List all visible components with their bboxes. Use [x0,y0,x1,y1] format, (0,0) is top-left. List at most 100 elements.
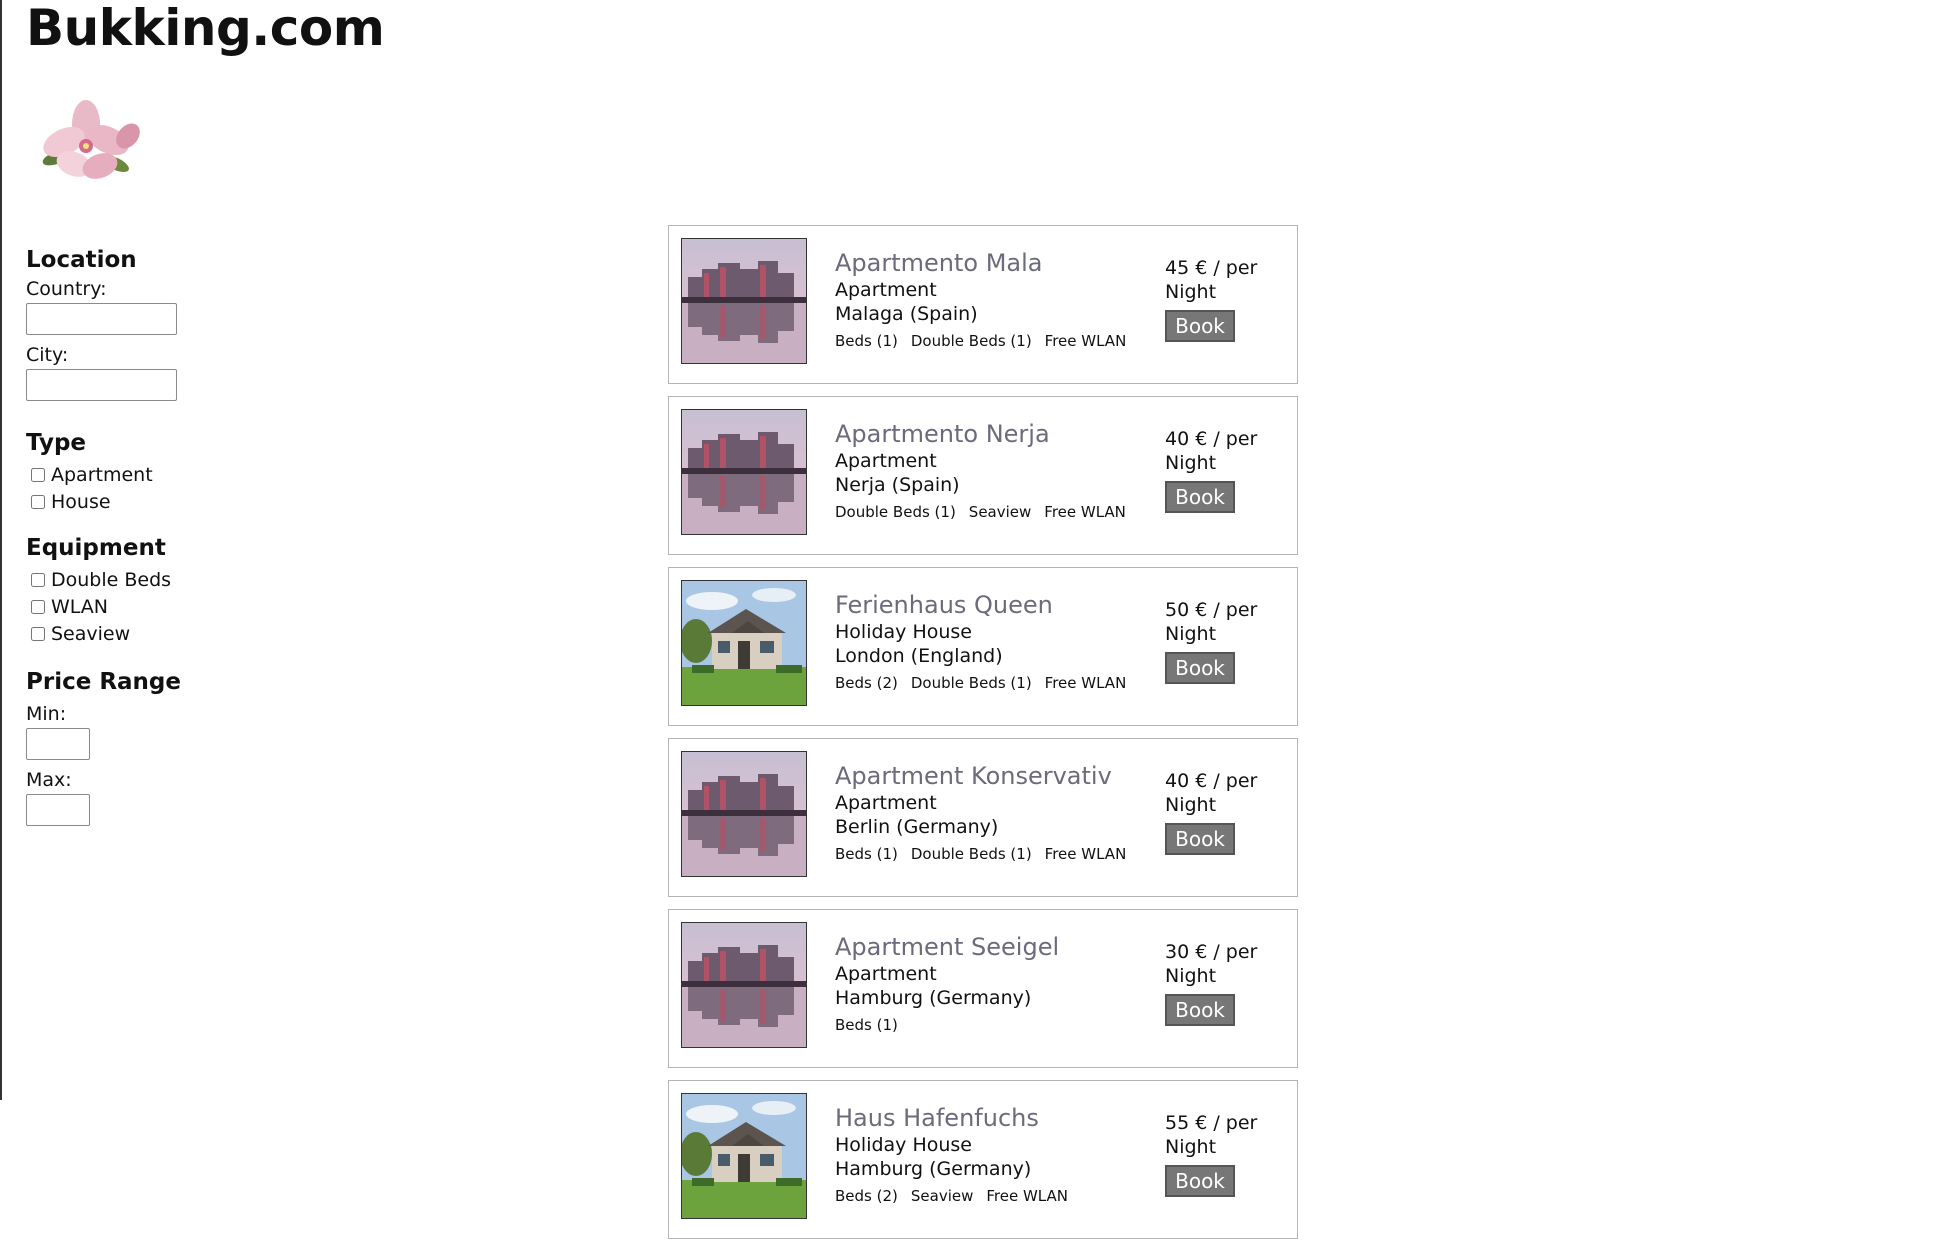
price-amount: 40 € / per [1165,770,1258,792]
listing-card[interactable]: Apartment Konservativ Apartment Berlin (Ge… [668,738,1298,897]
book-button[interactable]: Book [1165,310,1235,342]
max-price-label: Max: [26,769,72,791]
apartment-checkbox[interactable] [31,467,45,482]
feature-tag: Beds (1) [835,1016,898,1034]
listing-info: Haus Hafenfuchs Holiday House Hamburg (Ger… [835,1103,1135,1206]
location-heading: Location [26,247,137,273]
listing-info: Apartmento Mala Apartment Malaga (Spain) Be… [835,248,1135,351]
listing-title[interactable]: Haus Hafenfuchs [835,1103,1135,1133]
min-price-label: Min: [26,703,67,725]
listing-card[interactable]: Apartment Seeigel Apartment Hamburg (Germa… [668,909,1298,1068]
feature-tag: Beds (1) [835,845,898,863]
book-button[interactable]: Book [1165,823,1235,855]
listing-price: 55 € / per Night Book [1165,1111,1275,1197]
feature-tag: Beds (2) [835,1187,898,1205]
listing-features: Beds (1) Double Beds (1) Free WLAN [835,331,1135,351]
listing-photo[interactable] [681,922,807,1048]
country-input[interactable] [26,303,177,335]
listing-title[interactable]: Apartment Seeigel [835,932,1135,962]
price-amount: 30 € / per [1165,941,1258,963]
price-range-heading: Price Range [26,669,181,695]
site-logo-text[interactable]: Bukking.com [26,0,385,56]
listing-info: Apartment Konservativ Apartment Berlin (Ge… [835,761,1135,864]
price-amount: 50 € / per [1165,599,1258,621]
wlan-checkbox[interactable] [31,599,45,614]
feature-tag: Beds (2) [835,674,898,692]
feature-tag: Seaview [968,503,1032,521]
listing-type: Holiday House [835,621,972,643]
book-button[interactable]: Book [1165,1165,1235,1197]
listing-features: Beds (2) Seaview Free WLAN [835,1186,1135,1206]
min-price-input[interactable] [26,728,90,760]
listing-info: Apartmento Nerja Apartment Nerja (Spain) Do… [835,419,1135,522]
feature-tag: Seaview [910,1187,974,1205]
listing-price: 50 € / per Night Book [1165,598,1275,684]
equipment-heading: Equipment [26,535,166,561]
listing-price: 45 € / per Night Book [1165,256,1275,342]
listing-results: Apartmento Mala Apartment Malaga (Spain) Be… [668,225,1298,1251]
listing-photo[interactable] [681,580,807,706]
listing-type: Apartment [835,792,937,814]
listing-features: Double Beds (1) Seaview Free WLAN [835,502,1135,522]
equipment-option-wlan[interactable]: WLAN [26,593,326,620]
listing-type: Holiday House [835,1134,972,1156]
country-label: Country: [26,278,107,300]
listing-price: 40 € / per Night Book [1165,427,1275,513]
price-amount: 55 € / per [1165,1112,1258,1134]
seaview-checkbox[interactable] [31,626,45,641]
listing-photo[interactable] [681,409,807,535]
city-input[interactable] [26,369,177,401]
listing-title[interactable]: Ferienhaus Queen [835,590,1135,620]
double-beds-checkbox[interactable] [31,572,45,587]
listing-card[interactable]: Apartmento Nerja Apartment Nerja (Spain) Do… [668,396,1298,555]
listing-title[interactable]: Apartment Konservativ [835,761,1135,791]
listing-title[interactable]: Apartmento Mala [835,248,1135,278]
listing-location: Malaga (Spain) [835,303,978,325]
max-price-input[interactable] [26,794,90,826]
listing-card[interactable]: Haus Hafenfuchs Holiday House Hamburg (Ger… [668,1080,1298,1239]
listing-location: Hamburg (Germany) [835,1158,1032,1180]
book-button[interactable]: Book [1165,652,1235,684]
price-amount: 45 € / per [1165,257,1258,279]
feature-tag: Double Beds (1) [910,845,1032,863]
listing-price: 30 € / per Night Book [1165,940,1275,1026]
house-checkbox[interactable] [31,494,45,509]
listing-card[interactable]: Ferienhaus Queen Holiday House London (Eng… [668,567,1298,726]
page-left-border [0,0,2,1100]
listing-photo[interactable] [681,751,807,877]
listing-price: 40 € / per Night Book [1165,769,1275,855]
listing-card[interactable]: Apartmento Mala Apartment Malaga (Spain) Be… [668,225,1298,384]
price-unit: Night [1165,1136,1217,1158]
house-label: House [51,490,111,513]
feature-tag: Double Beds (1) [910,332,1032,350]
city-label: City: [26,344,69,366]
type-option-apartment[interactable]: Apartment [26,461,326,488]
book-button[interactable]: Book [1165,994,1235,1026]
apartment-label: Apartment [51,463,153,486]
type-heading: Type [26,430,87,456]
feature-tag: Double Beds (1) [910,674,1032,692]
listing-location: London (England) [835,645,1003,667]
feature-tag: Beds (1) [835,332,898,350]
listing-location: Berlin (Germany) [835,816,999,838]
listing-photo[interactable] [681,238,807,364]
listing-info: Ferienhaus Queen Holiday House London (Eng… [835,590,1135,693]
feature-tag: Free WLAN [1044,503,1126,521]
price-unit: Night [1165,965,1217,987]
price-unit: Night [1165,623,1217,645]
price-unit: Night [1165,281,1217,303]
listing-location: Nerja (Spain) [835,474,960,496]
listing-photo[interactable] [681,1093,807,1219]
listing-info: Apartment Seeigel Apartment Hamburg (Germa… [835,932,1135,1035]
equipment-option-seaview[interactable]: Seaview [26,620,326,647]
listing-type: Apartment [835,279,937,301]
filter-sidebar: Location Country: City: Type Apartment H… [26,245,326,826]
price-amount: 40 € / per [1165,428,1258,450]
listing-title[interactable]: Apartmento Nerja [835,419,1135,449]
listing-features: Beds (1) [835,1015,1135,1035]
flower-logo-icon [26,100,151,198]
book-button[interactable]: Book [1165,481,1235,513]
equipment-option-double-beds[interactable]: Double Beds [26,566,326,593]
listing-features: Beds (1) Double Beds (1) Free WLAN [835,844,1135,864]
type-option-house[interactable]: House [26,488,326,515]
